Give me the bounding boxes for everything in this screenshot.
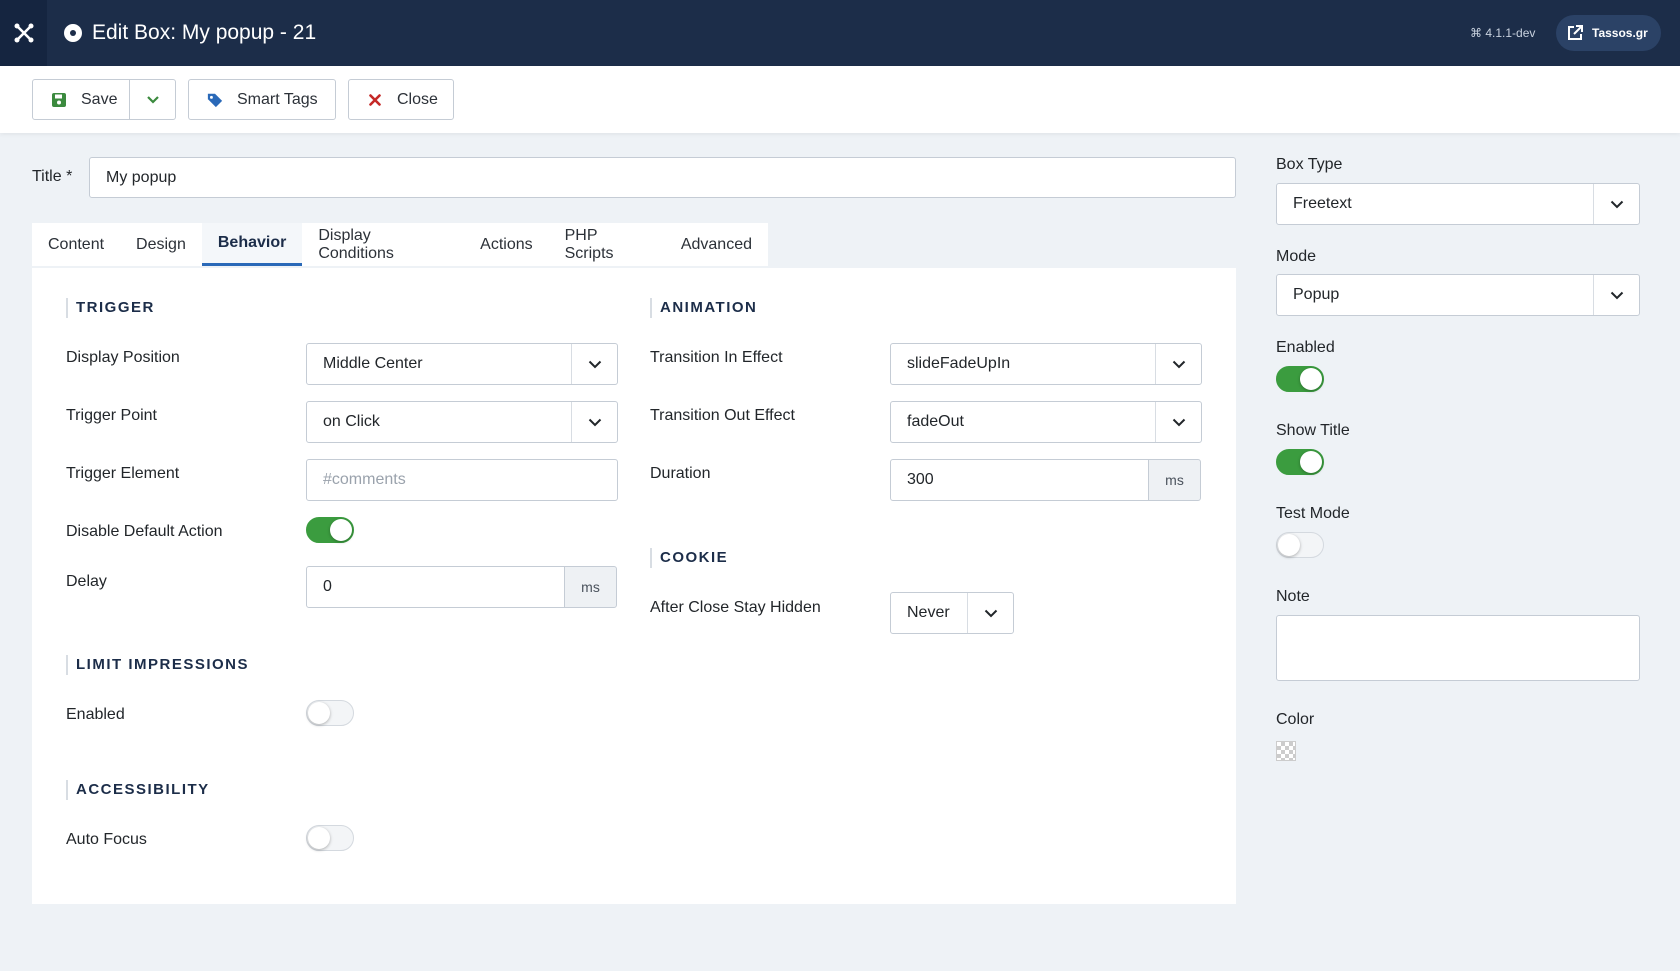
toggle-knob (1300, 368, 1322, 390)
duration-label: Duration (650, 465, 711, 482)
disable-default-action-label: Disable Default Action (66, 523, 223, 540)
display-position-select[interactable]: Middle Center (306, 343, 618, 385)
transition-in-label: Transition In Effect (650, 349, 783, 366)
delay-input[interactable]: 0 (306, 566, 565, 608)
mode-value: Popup (1293, 286, 1340, 303)
disable-default-action-toggle[interactable] (306, 517, 354, 543)
toggle-knob (330, 519, 352, 541)
delay-unit: ms (564, 566, 617, 608)
box-type-select[interactable]: Freetext (1276, 183, 1640, 225)
trigger-point-select[interactable]: on Click (306, 401, 618, 443)
transition-in-value: slideFadeUpIn (907, 355, 1011, 372)
close-label: Close (397, 90, 438, 108)
toggle-knob (308, 702, 330, 724)
save-label: Save (81, 90, 118, 108)
joomla-logo-icon[interactable] (0, 0, 47, 66)
chevron-down-icon (967, 593, 1013, 633)
tab-php-scripts[interactable]: PHP Scripts (549, 223, 665, 266)
chevron-down-icon (1155, 344, 1201, 384)
trigger-point-value: on Click (323, 413, 380, 430)
delay-label: Delay (66, 573, 107, 590)
toggle-knob (1278, 534, 1300, 556)
box-type-value: Freetext (1293, 195, 1352, 212)
tab-actions[interactable]: Actions (464, 223, 548, 266)
chevron-down-icon (146, 95, 159, 104)
transition-out-select[interactable]: fadeOut (890, 401, 1202, 443)
trigger-heading: TRIGGER (66, 298, 155, 318)
mode-label: Mode (1276, 248, 1317, 265)
chevron-down-icon (1593, 184, 1639, 224)
close-button[interactable]: Close (348, 79, 454, 120)
page-title: Edit Box: My popup - 21 (64, 0, 316, 66)
after-close-select[interactable]: Never (890, 592, 1014, 634)
color-label: Color (1276, 711, 1315, 728)
duration-input[interactable]: 300 (890, 459, 1149, 501)
chevron-down-icon (1155, 402, 1201, 442)
show-title-toggle[interactable] (1276, 449, 1324, 475)
transition-out-label: Transition Out Effect (650, 407, 795, 424)
site-link-button[interactable]: Tassos.gr (1556, 15, 1661, 51)
enabled-toggle[interactable] (1276, 366, 1324, 392)
trigger-point-label: Trigger Point (66, 407, 157, 424)
transition-out-value: fadeOut (907, 413, 964, 430)
smart-tags-label: Smart Tags (237, 90, 318, 108)
title-input[interactable]: My popup (89, 157, 1236, 198)
color-picker-swatch[interactable] (1276, 741, 1296, 761)
limit-impressions-enabled-toggle[interactable] (306, 700, 354, 726)
header-bar: Edit Box: My popup - 21 ⌘ 4.1.1-dev Tass… (0, 0, 1680, 66)
show-title-label: Show Title (1276, 422, 1350, 439)
smart-tags-button[interactable]: Smart Tags (188, 79, 336, 120)
version-label: ⌘ 4.1.1-dev (1470, 26, 1536, 40)
floppy-disk-icon (52, 92, 66, 107)
chevron-down-icon (1593, 275, 1639, 315)
tab-advanced[interactable]: Advanced (665, 223, 768, 266)
note-label: Note (1276, 588, 1310, 605)
after-close-value: Never (907, 604, 950, 621)
page-title-text: Edit Box: My popup - 21 (92, 21, 317, 44)
chevron-down-icon (571, 402, 617, 442)
cookie-heading: COOKIE (650, 548, 728, 568)
tab-bar: Content Design Behavior Display Conditio… (32, 223, 768, 266)
tag-icon (207, 93, 223, 107)
toggle-knob (308, 827, 330, 849)
save-options-dropdown[interactable] (129, 79, 176, 120)
save-button[interactable]: Save (32, 79, 130, 120)
enabled-label: Enabled (1276, 339, 1335, 356)
animation-heading: ANIMATION (650, 298, 757, 318)
limit-impressions-heading: LIMIT IMPRESSIONS (66, 655, 249, 675)
title-label: Title * (32, 168, 73, 185)
limit-impressions-enabled-label: Enabled (66, 706, 125, 723)
test-mode-label: Test Mode (1276, 505, 1350, 522)
tab-design[interactable]: Design (120, 223, 202, 266)
toggle-knob (1300, 451, 1322, 473)
display-position-value: Middle Center (323, 355, 423, 372)
note-textarea[interactable] (1276, 615, 1640, 681)
tab-content[interactable]: Content (32, 223, 120, 266)
transition-in-select[interactable]: slideFadeUpIn (890, 343, 1202, 385)
trigger-element-input[interactable]: #comments (306, 459, 618, 501)
duration-unit: ms (1148, 459, 1201, 501)
external-link-icon (1568, 25, 1583, 40)
accessibility-heading: ACCESSIBILITY (66, 780, 210, 800)
site-link-label: Tassos.gr (1592, 26, 1648, 40)
chevron-down-icon (571, 344, 617, 384)
record-icon (64, 24, 82, 42)
auto-focus-toggle[interactable] (306, 825, 354, 851)
toolbar: Save Smart Tags Close (0, 66, 1680, 133)
behavior-panel: TRIGGER Display Position Middle Center T… (32, 268, 1236, 904)
tab-display-conditions[interactable]: Display Conditions (302, 223, 464, 266)
display-position-label: Display Position (66, 349, 180, 366)
test-mode-toggle[interactable] (1276, 532, 1324, 558)
close-icon (369, 93, 381, 106)
tab-behavior[interactable]: Behavior (201, 223, 303, 266)
trigger-element-label: Trigger Element (66, 465, 180, 482)
auto-focus-label: Auto Focus (66, 831, 147, 848)
mode-select[interactable]: Popup (1276, 274, 1640, 316)
after-close-label: After Close Stay Hidden (650, 599, 821, 616)
box-type-label: Box Type (1276, 156, 1343, 173)
